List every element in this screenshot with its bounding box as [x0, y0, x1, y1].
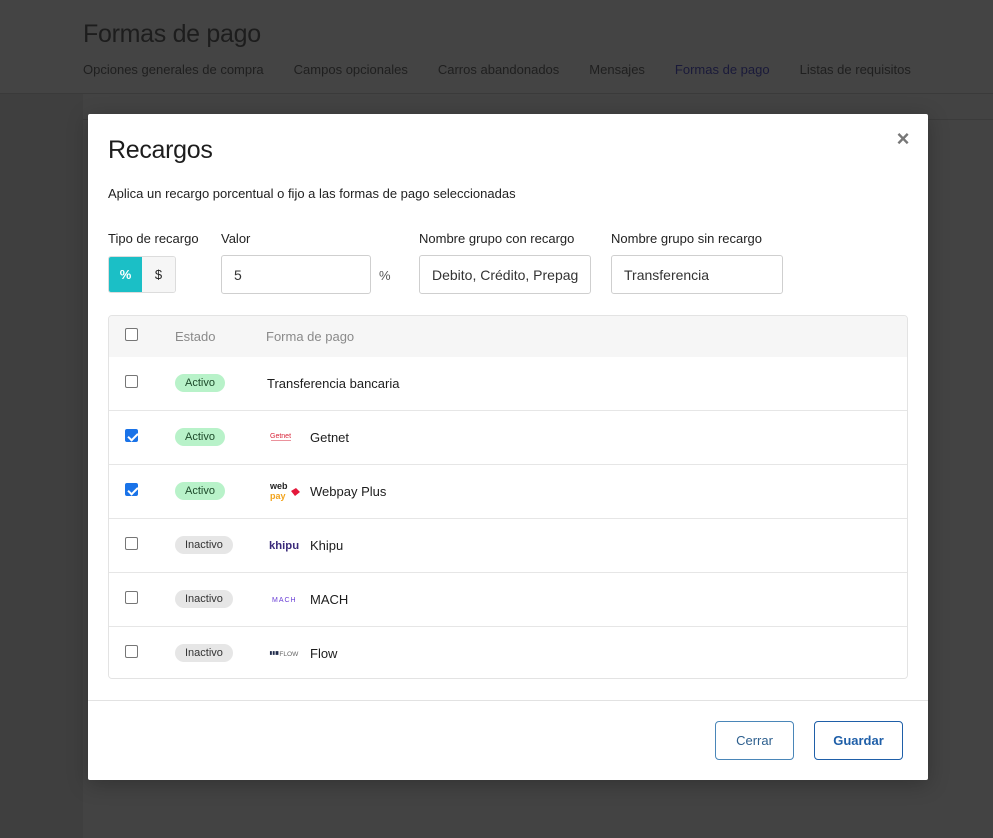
row-checkbox[interactable]: [125, 591, 138, 604]
tipo-recargo-label: Tipo de recargo: [108, 231, 199, 246]
table-row[interactable]: Inactivo khipu Khipu: [109, 518, 907, 572]
payment-name: Flow: [310, 646, 338, 661]
row-checkbox[interactable]: [125, 537, 138, 550]
page-tabs: Opciones generales de compra Campos opci…: [83, 62, 941, 97]
status-badge: Inactivo: [175, 644, 233, 662]
modal-description: Aplica un recargo porcentual o fijo a la…: [108, 186, 516, 201]
getnet-logo-icon: Getnet: [269, 428, 301, 446]
payment-name: Getnet: [310, 430, 350, 445]
close-icon[interactable]: ×: [894, 128, 912, 150]
modal-footer-divider: [88, 700, 928, 701]
header-estado: Estado: [175, 329, 216, 344]
tab-campos-opcionales[interactable]: Campos opcionales: [294, 62, 408, 97]
modal-title: Recargos: [108, 136, 213, 164]
grupo-sin-recargo-input[interactable]: [611, 255, 783, 294]
row-checkbox[interactable]: [125, 429, 138, 442]
valor-suffix: %: [379, 268, 391, 283]
status-badge: Inactivo: [175, 590, 233, 608]
grupo-sin-recargo-label: Nombre grupo sin recargo: [611, 231, 763, 246]
svg-text:FLOW: FLOW: [279, 651, 299, 658]
percent-toggle-button[interactable]: %: [109, 257, 142, 292]
svg-text:pay: pay: [270, 491, 286, 501]
tab-carros-abandonados[interactable]: Carros abandonados: [438, 62, 559, 97]
status-badge: Activo: [175, 428, 225, 446]
tab-listas-de-requisitos[interactable]: Listas de requisitos: [800, 62, 911, 97]
mach-logo-icon: MACH: [269, 590, 301, 608]
payment-methods-table: Estado Forma de pago Activo Transferenci…: [108, 315, 908, 679]
svg-text:Getnet: Getnet: [270, 433, 291, 440]
payment-name: Transferencia bancaria: [267, 376, 400, 391]
table-row[interactable]: Activo Getnet Getnet: [109, 410, 907, 464]
table-row[interactable]: Activo web pay Webpay Plus: [109, 464, 907, 518]
row-checkbox[interactable]: [125, 645, 138, 658]
status-badge: Activo: [175, 482, 225, 500]
webpay-logo-icon: web pay: [269, 480, 301, 502]
page-title: Formas de pago: [83, 20, 261, 48]
status-badge: Activo: [175, 374, 225, 392]
svg-text:web: web: [269, 481, 288, 491]
table-row[interactable]: Inactivo FLOW Flow: [109, 626, 907, 678]
row-checkbox[interactable]: [125, 483, 138, 496]
cerrar-button[interactable]: Cerrar: [715, 721, 794, 760]
header-forma-de-pago: Forma de pago: [266, 329, 355, 344]
payment-name: MACH: [310, 592, 349, 607]
valor-label: Valor: [221, 231, 251, 246]
tab-mensajes[interactable]: Mensajes: [589, 62, 645, 97]
khipu-logo-icon: khipu: [269, 536, 301, 554]
svg-text:khipu: khipu: [269, 540, 299, 552]
fixed-toggle-button[interactable]: $: [142, 257, 175, 292]
table-header: Estado Forma de pago: [109, 316, 907, 357]
status-badge: Inactivo: [175, 536, 233, 554]
valor-input[interactable]: [221, 255, 371, 294]
table-row[interactable]: Activo Transferencia bancaria: [109, 357, 907, 410]
svg-text:MACH: MACH: [272, 597, 297, 604]
page-header: Formas de pago Opciones generales de com…: [0, 0, 993, 97]
grupo-con-recargo-label: Nombre grupo con recargo: [419, 231, 575, 246]
payment-name: Khipu: [310, 538, 344, 553]
select-all-checkbox[interactable]: [125, 328, 138, 341]
tab-formas-de-pago[interactable]: Formas de pago: [674, 62, 770, 97]
tipo-recargo-toggle: % $: [108, 256, 176, 293]
table-row[interactable]: Inactivo MACH MACH: [109, 572, 907, 626]
tab-opciones-generales[interactable]: Opciones generales de compra: [83, 62, 264, 97]
payment-name: Webpay Plus: [310, 484, 387, 499]
row-checkbox[interactable]: [125, 375, 138, 388]
recargos-modal: Recargos × Aplica un recargo porcentual …: [88, 114, 928, 780]
guardar-button[interactable]: Guardar: [814, 721, 903, 760]
flow-logo-icon: FLOW: [269, 644, 301, 662]
grupo-con-recargo-input[interactable]: [419, 255, 591, 294]
